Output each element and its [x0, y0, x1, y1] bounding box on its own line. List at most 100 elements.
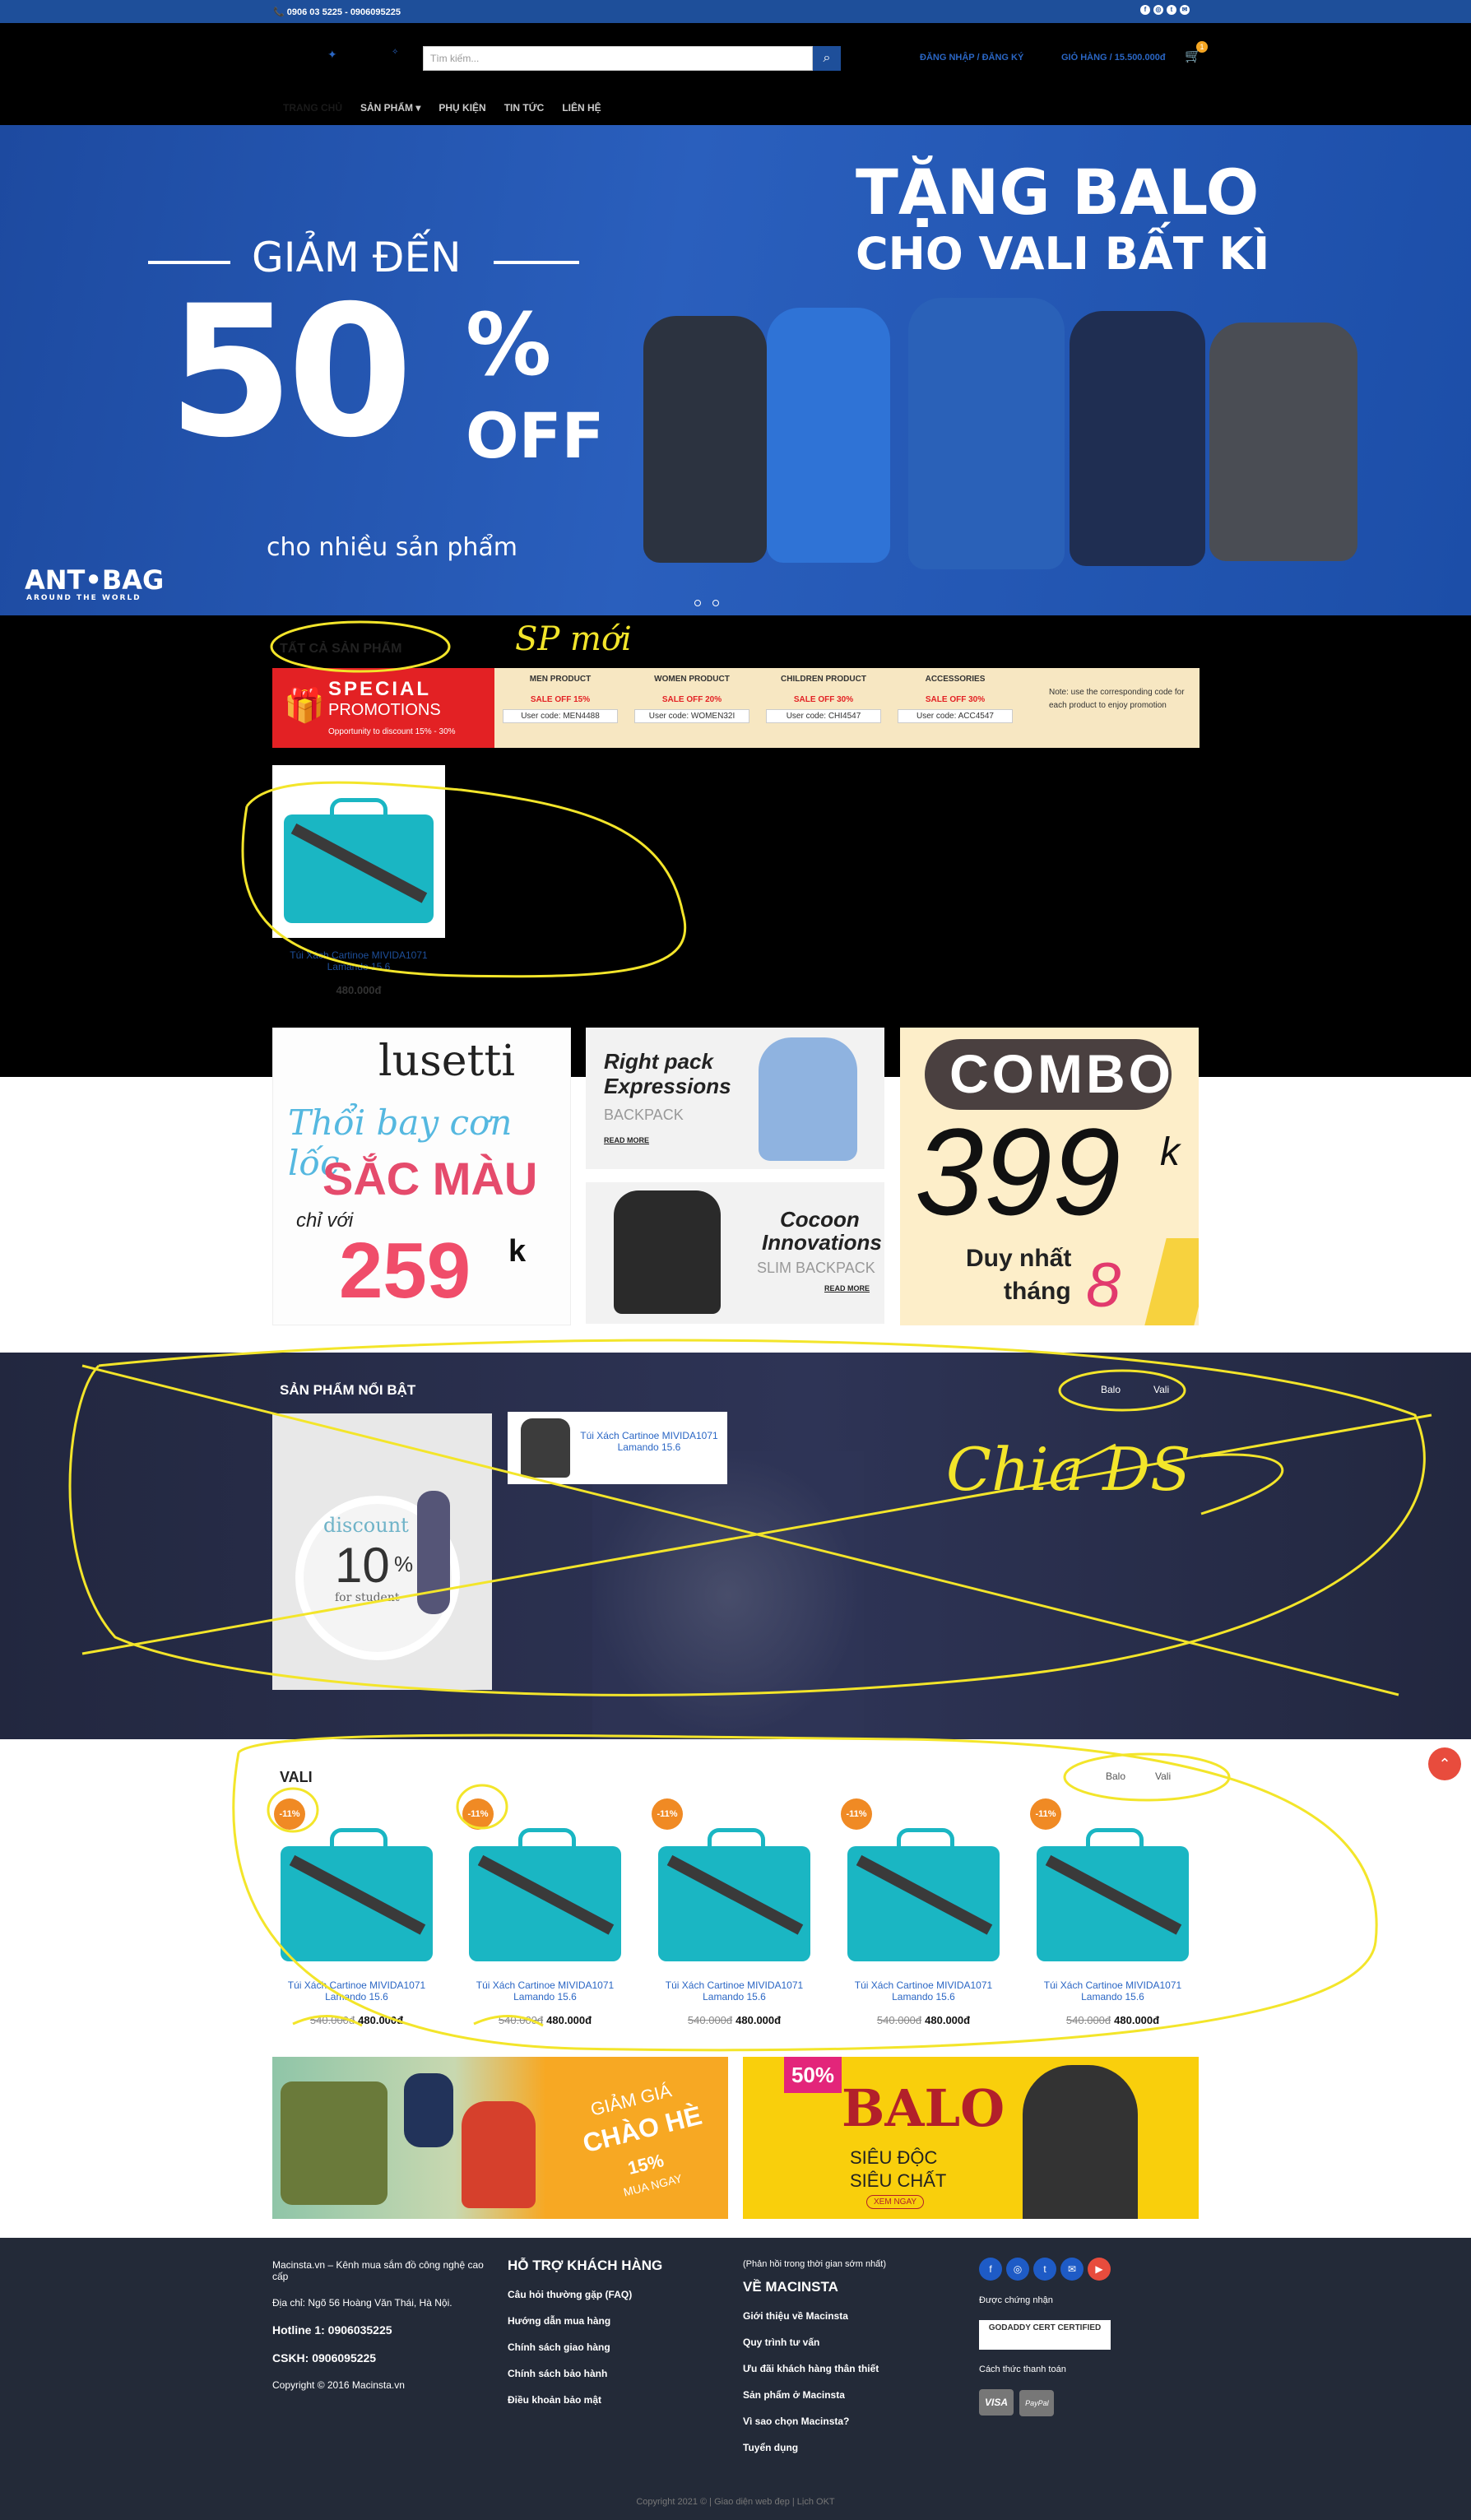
footer-bottom: Copyright 2021 © | Giao diện web đẹp | L… — [636, 2497, 835, 2507]
instagram-icon[interactable]: ◎ — [1153, 5, 1163, 15]
discount-label: discount — [323, 1514, 409, 1537]
product-price: 540.000đ 480.000đ — [650, 2014, 819, 2026]
backpack-image — [643, 316, 767, 563]
search-input[interactable]: Tìm kiếm... — [423, 46, 813, 71]
backpack-image — [521, 1418, 570, 1478]
footer-link[interactable]: Quy trình tư vấn — [743, 2337, 957, 2348]
logo-icon[interactable]: ✦ — [327, 48, 337, 62]
featured-product-card[interactable]: Túi Xách Cartinoe MIVIDA1071 Lamando 15.… — [508, 1412, 727, 1484]
product-title[interactable]: Túi Xách Cartinoe MIVIDA1071 Lamando 15.… — [839, 1979, 1008, 2003]
balo-cta[interactable]: XEM NGAY — [866, 2195, 925, 2209]
promo-col-code[interactable]: User code: ACC4547 — [898, 709, 1013, 723]
youtube-icon[interactable]: ▶ — [1088, 2258, 1111, 2281]
promo-banner[interactable]: 🎁 SPECIAL PROMOTIONS Opportunity to disc… — [272, 668, 1200, 748]
featured-title: SẢN PHẨM NỔI BẬT — [280, 1382, 416, 1398]
product-title[interactable]: Túi Xách Cartinoe MIVIDA1071 Lamando 15.… — [1028, 1979, 1197, 2003]
product-image[interactable] — [272, 765, 445, 938]
combo-sub: Duy nhất — [966, 1245, 1072, 1272]
slider-dot[interactable] — [694, 600, 701, 606]
twitter-icon[interactable]: t — [1033, 2258, 1056, 2281]
promo-col-sale: SALE OFF 30% — [793, 695, 854, 704]
product-title[interactable]: Túi Xách Cartinoe MIVIDA1071 Lamando 15.… — [272, 949, 445, 972]
back-to-top-button[interactable]: ⌃ — [1428, 1747, 1461, 1780]
tab-vali[interactable]: Vali — [1155, 1770, 1171, 1782]
old-price: 540.000đ — [687, 2014, 733, 2026]
footer-link[interactable]: Giới thiệu về Macinsta — [743, 2310, 957, 2322]
cocoon-sub: SLIM BACKPACK — [757, 1260, 875, 1276]
nav-accessories[interactable]: PHỤ KIỆN — [439, 102, 485, 114]
search-button[interactable]: ⌕ — [813, 46, 841, 71]
top-social-icons: f ◎ t ✉ — [1140, 5, 1190, 15]
cocoon-banner[interactable]: Cocoon Innovations SLIM BACKPACK READ MO… — [586, 1182, 884, 1324]
summer-sale-banner[interactable]: GIẢM GIÁ CHÀO HÈ 15% MUA NGAY — [272, 2057, 728, 2219]
product-title[interactable]: Túi Xách Cartinoe MIVIDA1071 Lamando 15.… — [650, 1979, 819, 2003]
facebook-icon[interactable]: f — [979, 2258, 1002, 2281]
nav-home[interactable]: TRANG CHỦ — [283, 102, 342, 114]
tab-vali[interactable]: Vali — [1153, 1384, 1169, 1395]
phone-number[interactable]: 📞 0906 03 5225 - 0906095225 — [273, 7, 401, 17]
hero-line-right — [494, 261, 579, 264]
promo-col-code[interactable]: User code: MEN4488 — [503, 709, 618, 723]
promo-col-code[interactable]: User code: WOMEN32I — [634, 709, 749, 723]
facebook-icon[interactable]: f — [1140, 5, 1150, 15]
footer-link[interactable]: Chính sách giao hàng — [508, 2341, 722, 2353]
bag-image — [281, 2081, 387, 2205]
slider-dots[interactable] — [694, 596, 731, 610]
discount-percent-sign: % — [394, 1552, 414, 1576]
paypal-icon: PayPal — [1019, 2390, 1055, 2416]
combo-banner[interactable]: COMBO 399 k Duy nhất tháng 8 — [900, 1028, 1199, 1325]
tab-balo[interactable]: Balo — [1101, 1384, 1121, 1395]
promo-col-code[interactable]: User code: CHI4547 — [766, 709, 881, 723]
lusetti-banner[interactable]: lusetti Thổi bay cơn lốc SẮC MÀU chỉ với… — [272, 1028, 571, 1325]
slider-dot[interactable] — [712, 600, 719, 606]
sale-price: 480.000đ — [1114, 2014, 1160, 2026]
read-more-link[interactable]: READ MORE — [604, 1136, 649, 1144]
read-more-link[interactable]: READ MORE — [824, 1284, 870, 1292]
footer-socials: f ◎ t ✉ ▶ — [979, 2258, 1193, 2281]
discount-badge: -11% — [1030, 1798, 1061, 1830]
lusetti-k: k — [508, 1234, 527, 1269]
footer-link[interactable]: Hướng dẫn mua hàng — [508, 2315, 722, 2327]
footer-link[interactable]: Ưu đãi khách hàng thân thiết — [743, 2363, 957, 2374]
balo-banner[interactable]: 50% BALO SIÊU ĐỘC SIÊU CHẤT XEM NGAY — [743, 2057, 1199, 2219]
twitter-icon[interactable]: t — [1167, 5, 1176, 15]
footer-link[interactable]: Điều khoản bảo mật — [508, 2394, 722, 2406]
cocoon-title2: Innovations — [762, 1230, 882, 1255]
footer-cskh[interactable]: CSKH: 0906095225 — [272, 2351, 486, 2365]
email-icon[interactable]: ✉ — [1060, 2258, 1084, 2281]
footer-link[interactable]: Vì sao chọn Macinsta? — [743, 2416, 957, 2427]
product-title[interactable]: Túi Xách Cartinoe MIVIDA1071 Lamando 15.… — [461, 1979, 629, 2003]
email-icon[interactable]: ✉ — [1180, 5, 1190, 15]
discount-badge: -11% — [841, 1798, 872, 1830]
footer-link[interactable]: Câu hỏi thường gặp (FAQ) — [508, 2289, 722, 2300]
promo-col-head: ACCESSORIES — [925, 675, 986, 684]
nav-products[interactable]: SẢN PHẨM ▾ — [360, 102, 420, 114]
login-link[interactable]: ĐĂNG NHẬP / ĐĂNG KÝ — [920, 53, 1023, 63]
promo-title: SPECIAL — [328, 678, 432, 700]
footer-support-title: HỖ TRỢ KHÁCH HÀNG — [508, 2258, 663, 2273]
promo-col-sale: SALE OFF 20% — [661, 695, 722, 704]
instagram-icon[interactable]: ◎ — [1006, 2258, 1029, 2281]
backpack-image — [1070, 311, 1205, 566]
product-title[interactable]: Túi Xách Cartinoe MIVIDA1071 Lamando 15.… — [272, 1979, 441, 2003]
right-pack-banner[interactable]: Right pack Expressions BACKPACK READ MOR… — [586, 1028, 884, 1169]
hero-banner[interactable]: GIẢM ĐẾN 50 % OFF cho nhiều sản phẩm ANT… — [0, 125, 1471, 615]
tab-balo[interactable]: Balo — [1106, 1770, 1125, 1782]
hero-logo: ANT•BAG — [25, 564, 165, 596]
footer-link[interactable]: Chính sách bảo hành — [508, 2368, 722, 2379]
certified-badge[interactable]: GODADDY CERT CERTIFIED — [979, 2320, 1111, 2350]
promo-note: Note: use the corresponding code for eac… — [1049, 688, 1185, 710]
footer: Macinsta.vn – Kênh mua sắm đồ công nghệ … — [0, 2238, 1471, 2520]
bag-handle — [708, 1828, 765, 1853]
nav-contact[interactable]: LIÊN HỆ — [562, 102, 601, 114]
footer-link[interactable]: Tuyển dụng — [743, 2442, 957, 2453]
person-image — [417, 1491, 450, 1614]
nav-news[interactable]: TIN TỨC — [504, 102, 545, 114]
footer-hotline[interactable]: Hotline 1: 0906035225 — [272, 2323, 486, 2337]
combo-title: COMBO — [949, 1043, 1174, 1104]
cart-link[interactable]: GIỎ HÀNG / 15.500.000đ — [1061, 53, 1166, 63]
footer-link[interactable]: Sản phẩm ở Macinsta — [743, 2389, 957, 2401]
model-photo — [592, 1451, 864, 1739]
featured-product-title[interactable]: Túi Xách Cartinoe MIVIDA1071 Lamando 15.… — [577, 1430, 722, 1453]
discount-banner[interactable]: discount 10 % for student — [272, 1413, 492, 1690]
